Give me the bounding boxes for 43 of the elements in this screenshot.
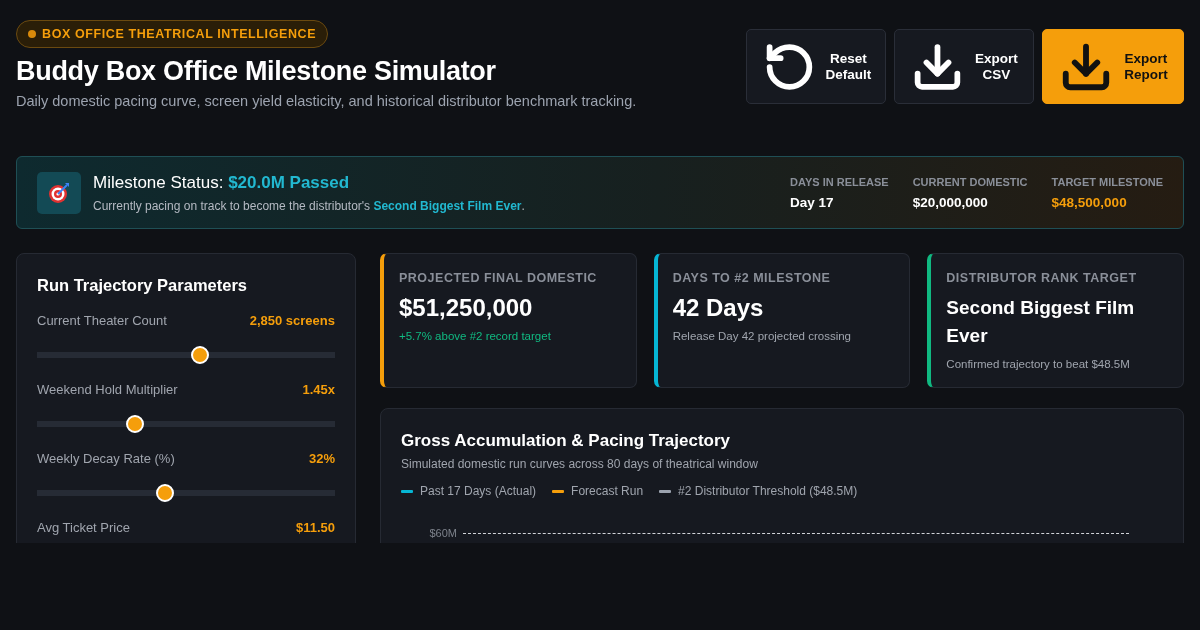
metric-value: 42 Days xyxy=(672,294,765,322)
chart-subtitle: Simulated domestic run curves across 80 days of theatrical window xyxy=(401,457,759,471)
chart-title: Gross Accumulation & Pacing Trajectory xyxy=(401,431,732,451)
slider-label: Current Theater Count xyxy=(37,313,167,328)
page-title: Buddy Box Office Milestone Simulator xyxy=(16,56,497,87)
slider-label: Weekend Hold Multiplier xyxy=(37,382,178,397)
slider-reading: 1.45x xyxy=(302,382,335,397)
stat-label: DAYS IN RELEASE xyxy=(790,175,889,188)
slider-reading: 2,850 screens xyxy=(249,313,335,328)
stat-label: CURRENT DOMESTIC xyxy=(912,175,1028,188)
slider-thumb[interactable] xyxy=(191,346,209,364)
metric-note: Confirmed trajectory to beat $48.5M xyxy=(946,358,1131,370)
metric-value: Second Biggest Film Ever xyxy=(946,296,1136,348)
stat-value: $48,500,000 xyxy=(1051,194,1128,210)
status-text: Currently pacing on track to become the distributor's Second Biggest Film Ever. xyxy=(93,198,525,213)
slider-label: Weekly Decay Rate (%) xyxy=(37,451,175,466)
stat-value: $20,000,000 xyxy=(912,194,989,210)
metric-note: Release Day 42 projected crossing xyxy=(672,330,852,342)
stat-value: Day 17 xyxy=(790,194,835,210)
export-button[interactable]: Export CSV xyxy=(894,29,1034,104)
badge-dot-icon xyxy=(28,30,36,38)
export-button[interactable]: Export Report xyxy=(1042,29,1184,104)
legend-label: Forecast Run xyxy=(571,484,644,498)
metric-label: PROJECTED FINAL DOMESTIC xyxy=(399,271,598,285)
metric-label: DAYS TO #2 MILESTONE xyxy=(672,271,832,285)
slider-thumb[interactable] xyxy=(126,415,145,433)
slider-reading: $11.50 xyxy=(295,520,335,535)
metric-label: DISTRIBUTOR RANK TARGET xyxy=(946,271,1138,285)
legend-label: Past 17 Days (Actual) xyxy=(420,484,537,498)
slider-reading: 32% xyxy=(308,451,335,466)
metric-note: +5.7% above #2 record target xyxy=(399,330,552,342)
slider-thumb[interactable] xyxy=(156,484,175,502)
axis-tick-label: $60M xyxy=(428,527,457,539)
slider-label: Avg Ticket Price xyxy=(37,520,130,535)
status-title: Milestone Status: $20.0M Passed xyxy=(93,172,351,193)
panel-title: Run Trajectory Parameters xyxy=(37,276,248,295)
target-icon xyxy=(48,181,70,204)
reset-button[interactable]: Reset Default xyxy=(746,29,886,104)
page-subtitle: Daily domestic pacing curve, screen yield elasticity, and historical distributor benchmark tracking. xyxy=(16,93,637,109)
badge-text: BOX OFFICE THEATRICAL INTELLIGENCE xyxy=(42,27,317,41)
legend-label: #2 Distributor Threshold ($48.5M) xyxy=(678,484,858,498)
metric-value: $51,250,000 xyxy=(399,294,534,322)
stat-label: TARGET MILESTONE xyxy=(1051,175,1163,188)
